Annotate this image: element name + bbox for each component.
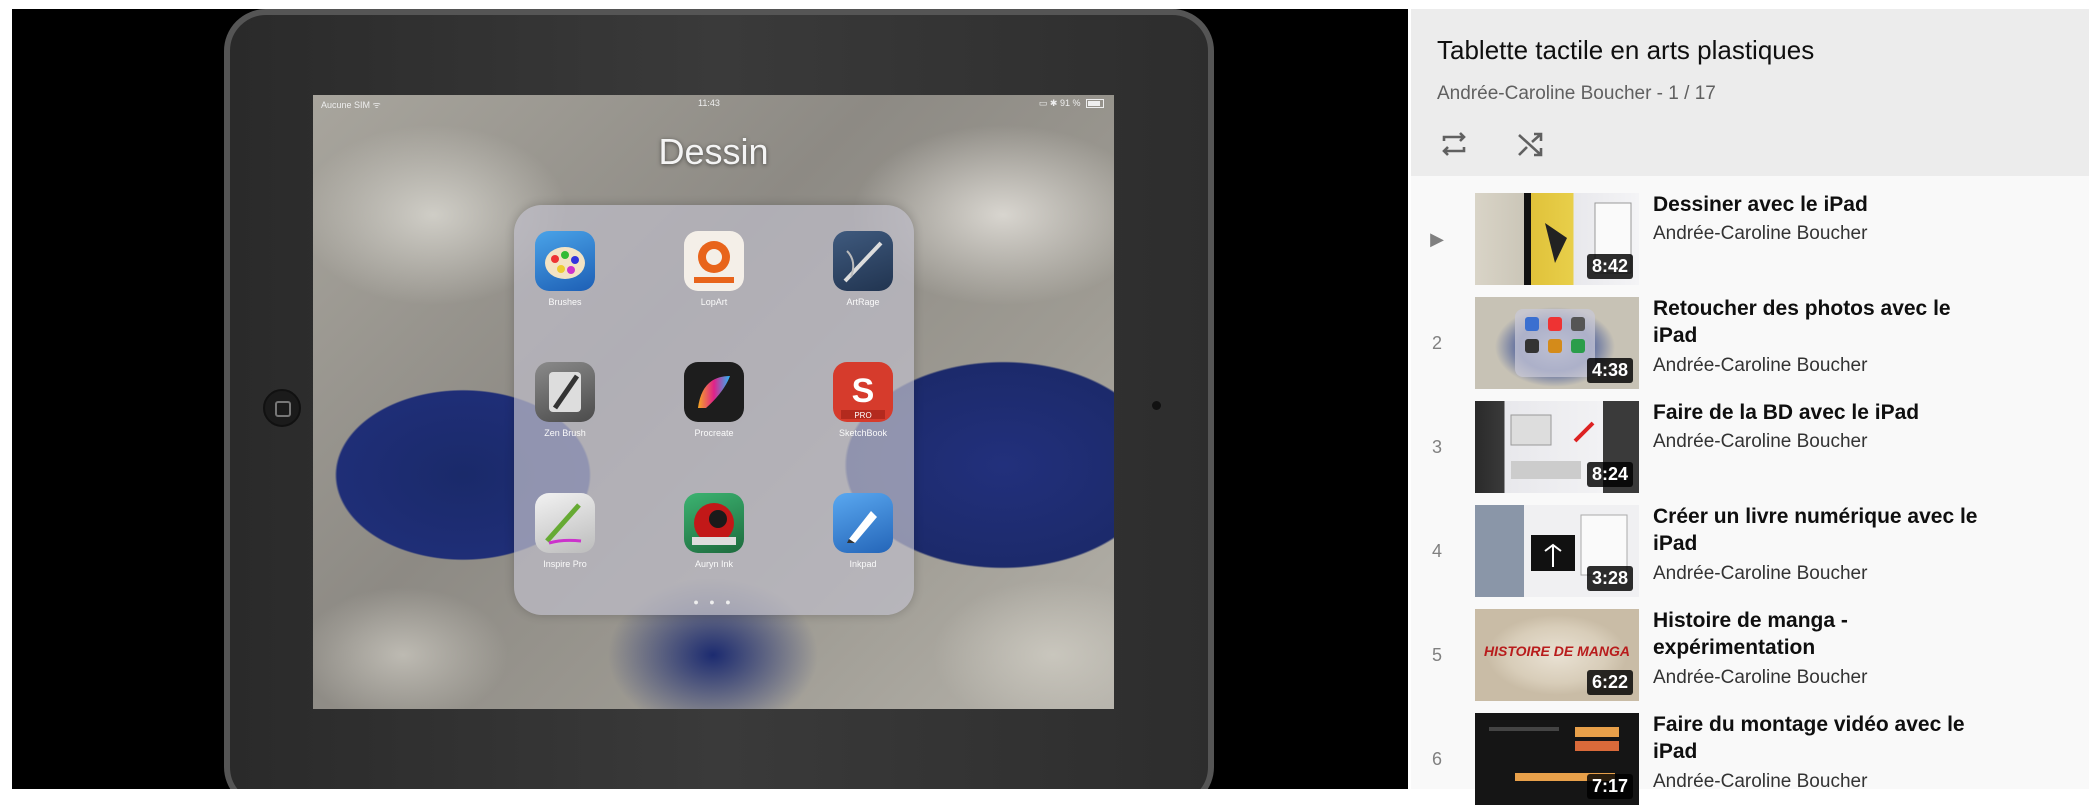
video-title: Faire du montage vidéo avec le iPad [1653,713,1965,763]
app-artrage: ArtRage [813,231,913,307]
video-channel: Andrée-Caroline Boucher [1653,563,1868,584]
video-duration: 7:17 [1586,774,1633,799]
playlist-panel: Tablette tactile en arts plastiques Andr… [1411,9,2089,805]
shuffle-icon [1518,132,1543,157]
app-inspire-pro: Inspire Pro [515,493,615,569]
video-duration: 8:24 [1586,462,1633,487]
lopart-icon [684,231,744,291]
carrier-label: Aucune SIM ᯤ [321,100,381,110]
app-brushes: Brushes [515,231,615,307]
brushes-icon [535,231,595,291]
video-title: Dessiner avec le iPad [1653,193,1868,216]
app-auryn-ink: Auryn Ink [664,493,764,569]
page-indicator: ● ● ● [693,597,735,607]
shuffle-button[interactable] [1514,127,1548,161]
app-sketchbook: S PRO SketchBook [813,362,913,438]
battery-label: ▭ ✱ 91 % [1039,98,1104,109]
auryn-ink-icon [684,493,744,553]
video-thumbnail: HISTOIRE DE MANGA 6:22 [1475,609,1639,701]
app-label: Inspire Pro [543,559,587,569]
video-channel: Andrée-Caroline Boucher [1653,667,1868,688]
playlist-meta[interactable]: Andrée-Caroline Boucher - 1 / 17 [1437,83,1716,105]
app-label: Zen Brush [544,428,586,438]
video-title: Créer un livre numérique avec le iPad [1653,505,1978,555]
playlist-item[interactable]: 5 HISTOIRE DE MANGA 6:22 Histoire de man… [1411,605,2089,705]
app-label: SketchBook [838,428,888,438]
app-zen-brush: Zen Brush [515,362,615,438]
playlist-index: 3 [1431,437,1442,457]
sketchbook-icon: S PRO [833,362,893,422]
home-button-icon [263,389,301,427]
video-channel: Andrée-Caroline Boucher [1653,223,1868,244]
video-thumbnail: 8:42 [1475,193,1639,285]
app-label: Auryn Ink [694,559,734,569]
app-label: Inkpad [849,559,877,569]
app-label: ArtRage [846,297,880,307]
playlist-header: Tablette tactile en arts plastiques Andr… [1411,9,2089,176]
ios-status-bar: Aucune SIM ᯤ 11:43 ▭ ✱ 91 % [313,95,1114,111]
playlist-item[interactable]: 2 4:38 Retoucher des photos avec le iPad… [1411,293,2089,393]
video-title: Faire de la BD avec le iPad [1653,401,1920,424]
app-procreate: Procreate [664,362,764,438]
clock-label: 11:43 [698,98,720,108]
playlist-item[interactable]: 4 3:28 Créer un livre numérique avec le … [1411,501,2089,601]
battery-text: ▭ ✱ 91 % [1038,98,1081,108]
ipad-screen: Aucune SIM ᯤ 11:43 ▭ ✱ 91 % Dessin Brush… [313,95,1114,709]
video-duration: 6:22 [1586,670,1633,695]
playlist-item[interactable]: ▶ 8:42 Dessiner avec le iPad Andrée-Caro… [1411,189,2089,289]
camera-icon [1152,401,1161,410]
video-thumbnail: 8:24 [1475,401,1639,493]
playlist-item[interactable]: 3 8:24 Faire de la BD avec le iPad André… [1411,397,2089,497]
battery-icon [1086,99,1104,109]
video-title: Histoire de manga - expérimentation [1653,609,1848,659]
app-lopart: LopArt [664,231,764,307]
playlist-index: 6 [1431,749,1442,769]
procreate-icon [684,362,744,422]
app-label: LopArt [700,297,728,307]
svg-text:PRO: PRO [854,411,871,420]
loop-button[interactable] [1437,127,1471,161]
app-inkpad: Inkpad [813,493,913,569]
playlist-index: 2 [1431,333,1442,353]
app-label: Brushes [548,297,582,307]
artrage-icon [833,231,893,291]
app-folder: Brushes LopArt ArtRage Zen Brush Procrea… [514,205,914,615]
inkpad-icon [833,493,893,553]
loop-icon [1442,132,1466,156]
video-player[interactable]: Aucune SIM ᯤ 11:43 ▭ ✱ 91 % Dessin Brush… [12,9,1408,789]
playlist-title[interactable]: Tablette tactile en arts plastiques [1437,35,1814,66]
video-channel: Andrée-Caroline Boucher [1653,771,1868,792]
video-thumbnail: 7:17 [1475,713,1639,805]
now-playing-icon: ▶ [1430,229,1444,249]
video-thumbnail: 3:28 [1475,505,1639,597]
thumbnail-title-text: HISTOIRE DE MANGA [1484,643,1630,659]
video-thumbnail: 4:38 [1475,297,1639,389]
video-duration: 3:28 [1586,566,1633,591]
video-duration: 8:42 [1586,254,1633,279]
playlist-index: 4 [1431,541,1442,561]
folder-title: Dessin [658,131,769,172]
playlist-index: 5 [1431,645,1442,665]
video-duration: 4:38 [1586,358,1633,383]
app-label: Procreate [694,428,734,438]
video-channel: Andrée-Caroline Boucher [1653,431,1868,452]
video-title: Retoucher des photos avec le iPad [1653,297,1951,347]
playlist-item[interactable]: 6 7:17 Faire du montage vidéo avec le iP… [1411,709,2089,809]
video-channel: Andrée-Caroline Boucher [1653,355,1868,376]
svg-text:S: S [852,372,875,410]
inspire-pro-icon [535,493,595,553]
zen-brush-icon [535,362,595,422]
